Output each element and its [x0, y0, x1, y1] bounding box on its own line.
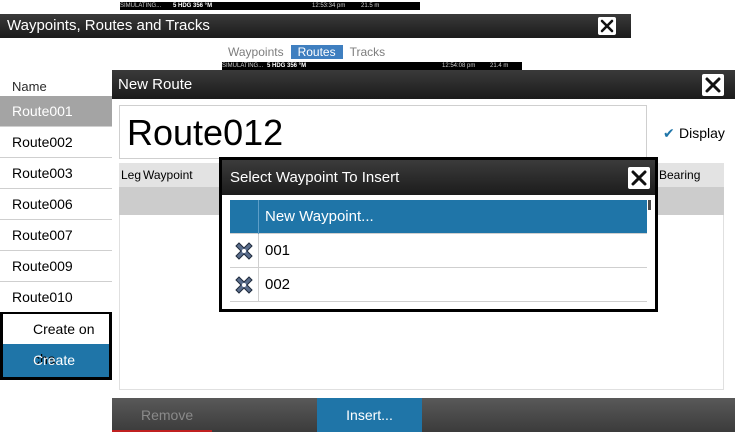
leg-column-header: Leg: [121, 168, 142, 182]
list-item[interactable]: 001: [230, 234, 647, 268]
status-depth: 21.5 m: [361, 3, 380, 9]
create-route-buttons: Create on cha Create using: [0, 312, 112, 401]
create-on-chart-button[interactable]: Create on cha: [3, 314, 109, 367]
tab-waypoints[interactable]: Waypoints: [221, 45, 291, 59]
close-button[interactable]: [598, 17, 616, 35]
list-item[interactable]: 002: [230, 268, 647, 302]
window-titlebar: New Route: [112, 70, 735, 99]
status-heading: 5 HDG 356 °M: [267, 63, 307, 69]
tab-routes[interactable]: Routes: [290, 45, 343, 59]
route-list-item[interactable]: Route003: [0, 158, 112, 189]
route-list-item[interactable]: Route010: [0, 282, 112, 313]
status-time: 12:54:08 pm: [442, 63, 476, 69]
list-item-label: 001: [258, 234, 290, 268]
display-checkbox[interactable]: ✔ Display: [663, 125, 725, 142]
list-item-label: New Waypoint...: [258, 200, 374, 234]
route-list-item[interactable]: Route001: [0, 96, 112, 127]
close-button[interactable]: [628, 167, 650, 189]
bottom-toolbar: Remove Insert...: [112, 398, 735, 432]
route-list-item[interactable]: Route002: [0, 127, 112, 158]
waypoint-list: New Waypoint... 001 002: [230, 200, 647, 302]
route-list-item[interactable]: Route009: [0, 251, 112, 282]
list-item[interactable]: New Waypoint...: [230, 200, 647, 234]
dialog-title: Select Waypoint To Insert: [230, 169, 400, 186]
remove-button[interactable]: Remove: [112, 398, 317, 432]
create-using-button[interactable]: Create using: [3, 344, 109, 401]
list-item-label: 002: [258, 268, 290, 302]
insert-button[interactable]: Insert...: [317, 398, 422, 432]
close-icon: [705, 77, 721, 93]
window-title: Waypoints, Routes and Tracks: [7, 17, 210, 34]
close-icon: [631, 170, 647, 186]
waypoint-marker-icon: [230, 268, 258, 302]
close-button[interactable]: [702, 74, 724, 96]
status-bar: SIMULATING... 5 HDG 356 °M 12:53:34 pm 2…: [120, 2, 420, 10]
checkmark-icon: ✔: [663, 125, 675, 141]
status-heading: 5 HDG 356 °M: [173, 3, 213, 9]
status-depth: 21.4 m: [490, 63, 509, 69]
status-time: 12:53:34 pm: [312, 3, 346, 9]
display-label: Display: [679, 125, 725, 141]
view-tabs: Waypoints Routes Tracks: [221, 45, 392, 59]
tab-tracks[interactable]: Tracks: [343, 45, 393, 59]
status-mode: SIMULATING...: [222, 63, 264, 69]
select-waypoint-dialog: Select Waypoint To Insert New Waypoint..…: [219, 157, 658, 312]
window-title: New Route: [118, 76, 193, 93]
remove-label: Remove: [141, 407, 194, 423]
close-icon: [600, 19, 614, 33]
name-column-header: Name: [0, 77, 112, 97]
waypoint-marker-icon: [230, 234, 258, 268]
status-mode: SIMULATING...: [120, 3, 162, 9]
scrollbar[interactable]: [648, 200, 651, 210]
route-name-field[interactable]: Route012: [119, 105, 647, 159]
status-bar: SIMULATING... 5 HDG 356 °M 12:54:08 pm 2…: [222, 62, 522, 70]
dialog-titlebar: Select Waypoint To Insert: [222, 160, 655, 195]
route-list-item[interactable]: Route007: [0, 220, 112, 251]
window-titlebar: Waypoints, Routes and Tracks: [0, 14, 631, 38]
waypoint-column-header: Waypoint: [143, 168, 193, 182]
route-list: Route001 Route002 Route003 Route006 Rout…: [0, 96, 112, 313]
route-list-item[interactable]: Route006: [0, 189, 112, 220]
